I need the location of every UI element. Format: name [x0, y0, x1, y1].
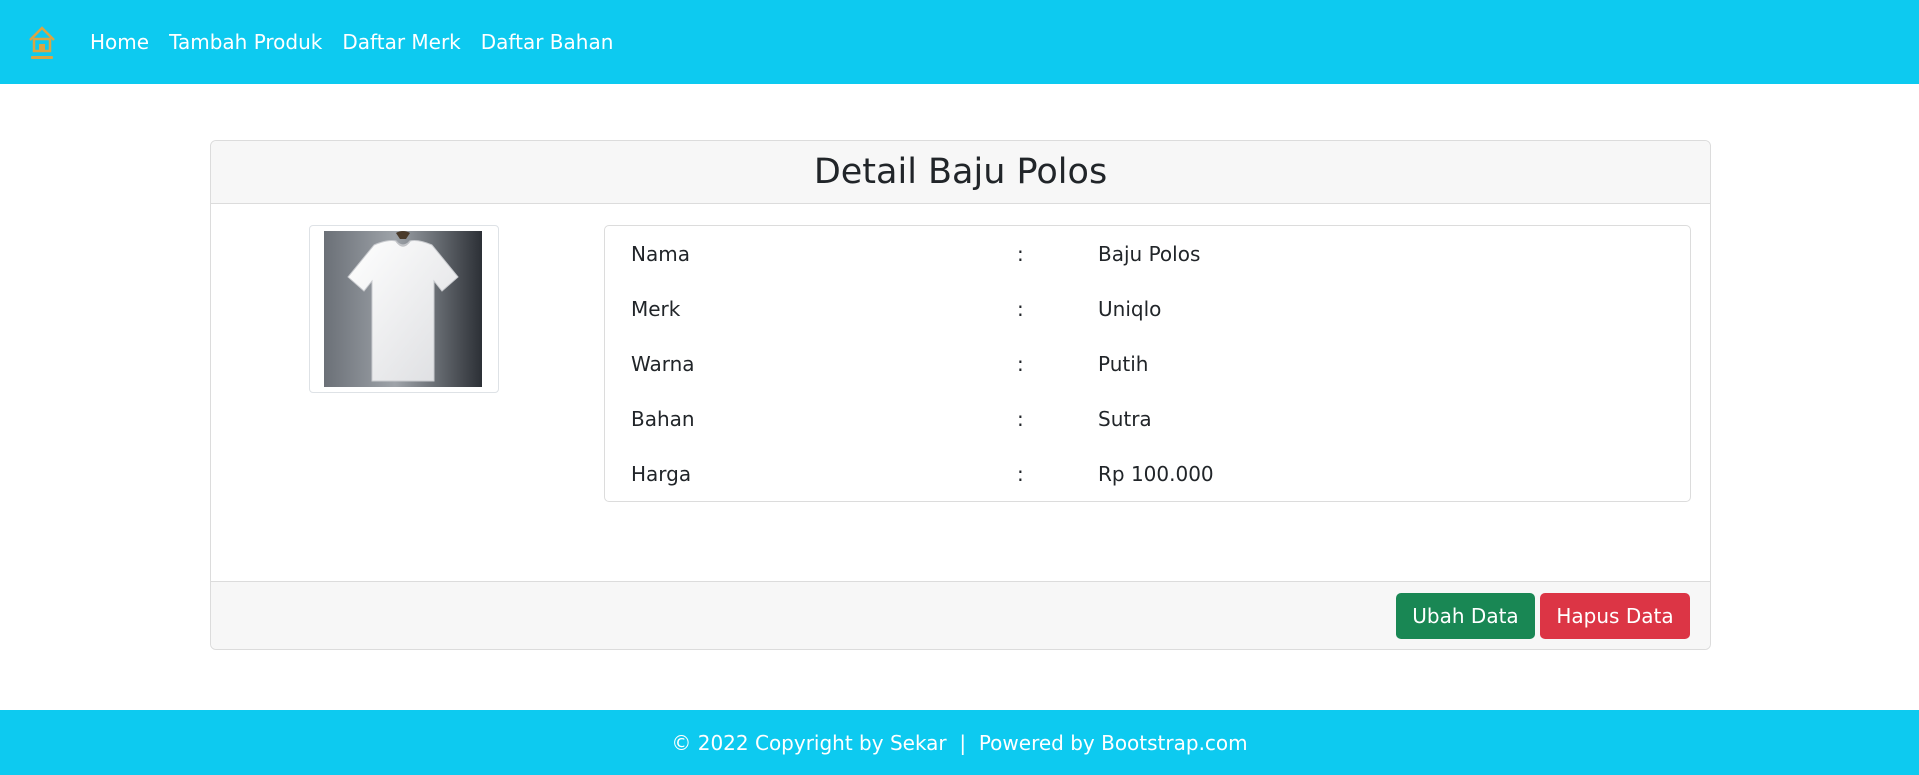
detail-row-warna: Warna : Putih: [605, 344, 1690, 399]
nav-link-tambah-produk[interactable]: Tambah Produk: [169, 30, 322, 54]
detail-colon: :: [1017, 352, 1024, 376]
edit-button[interactable]: Ubah Data: [1396, 593, 1535, 639]
tshirt-image: [324, 231, 482, 387]
delete-button[interactable]: Hapus Data: [1540, 593, 1690, 639]
detail-card: Detail Baju Polos Nama : Baju Polos Merk…: [210, 140, 1711, 650]
detail-colon: :: [1017, 462, 1024, 486]
detail-colon: :: [1017, 297, 1024, 321]
detail-value: Putih: [1098, 352, 1149, 376]
product-image-frame: [309, 225, 499, 393]
home-icon: [29, 26, 55, 59]
detail-value: Rp 100.000: [1098, 462, 1214, 486]
page-title: Detail Baju Polos: [813, 152, 1108, 192]
detail-value: Uniqlo: [1098, 297, 1162, 321]
nav-links: Home Tambah Produk Daftar Merk Daftar Ba…: [90, 30, 633, 54]
page-footer: © 2022 Copyright by Sekar | Powered by B…: [0, 710, 1919, 775]
detail-row-merk: Merk : Uniqlo: [605, 289, 1690, 344]
navbar: Home Tambah Produk Daftar Merk Daftar Ba…: [0, 0, 1919, 84]
detail-row-bahan: Bahan : Sutra: [605, 399, 1690, 454]
detail-colon: :: [1017, 242, 1024, 266]
nav-link-daftar-merk[interactable]: Daftar Merk: [342, 30, 460, 54]
detail-label: Nama: [631, 242, 690, 266]
detail-value: Sutra: [1098, 407, 1152, 431]
card-footer: Ubah Data Hapus Data: [211, 581, 1710, 649]
detail-label: Bahan: [631, 407, 695, 431]
detail-row-nama: Nama : Baju Polos: [605, 234, 1690, 289]
detail-label: Harga: [631, 462, 692, 486]
detail-label: Warna: [631, 352, 695, 376]
footer-text: © 2022 Copyright by Sekar | Powered by B…: [671, 730, 1248, 755]
detail-colon: :: [1017, 407, 1024, 431]
nav-link-daftar-bahan[interactable]: Daftar Bahan: [481, 30, 614, 54]
detail-value: Baju Polos: [1098, 242, 1201, 266]
card-header: Detail Baju Polos: [211, 141, 1710, 204]
detail-label: Merk: [631, 297, 681, 321]
nav-link-home[interactable]: Home: [90, 30, 149, 54]
brand-logo[interactable]: [20, 17, 64, 67]
detail-row-harga: Harga : Rp 100.000: [605, 454, 1690, 509]
detail-list: Nama : Baju Polos Merk : Uniqlo Warna : …: [604, 225, 1691, 502]
